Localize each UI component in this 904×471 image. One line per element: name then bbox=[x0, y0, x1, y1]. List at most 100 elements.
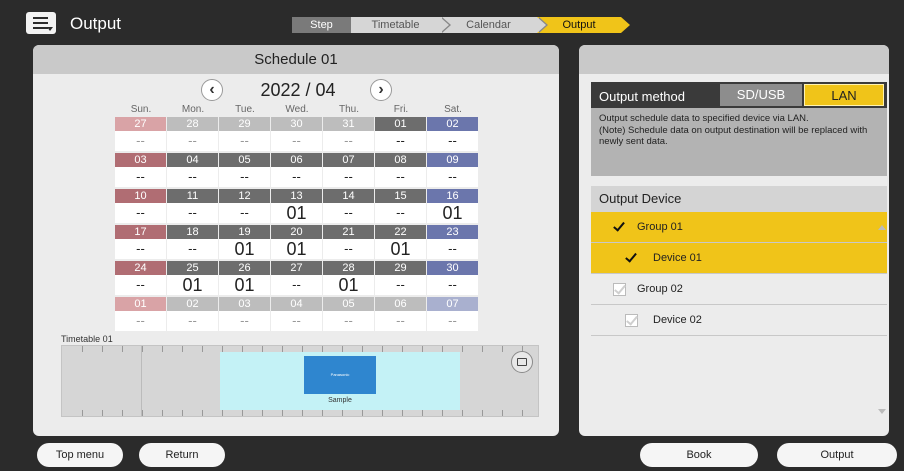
scroll-up-icon[interactable] bbox=[878, 225, 886, 230]
calendar-day-number: 01 bbox=[375, 117, 426, 131]
calendar-day-cell[interactable]: 17 -- bbox=[115, 225, 166, 259]
calendar-day-cell[interactable]: 05 -- bbox=[323, 297, 374, 331]
calendar-day-cell[interactable]: 24 -- bbox=[115, 261, 166, 295]
timeline-tick bbox=[362, 410, 363, 416]
scroll-down-icon[interactable] bbox=[878, 409, 886, 414]
hamburger-menu-icon[interactable] bbox=[26, 12, 56, 34]
calendar-day-cell[interactable]: 13 01 bbox=[271, 189, 322, 223]
lan-button[interactable]: LAN bbox=[804, 84, 884, 106]
calendar-day-cell[interactable]: 29 -- bbox=[375, 261, 426, 295]
month-label: 2022 / 04 bbox=[260, 80, 336, 100]
calendar-day-number: 30 bbox=[271, 117, 322, 131]
calendar-day-number: 26 bbox=[219, 261, 270, 275]
calendar-day-cell[interactable]: 20 01 bbox=[271, 225, 322, 259]
checkbox-icon[interactable] bbox=[625, 313, 638, 327]
expand-icon[interactable] bbox=[511, 351, 533, 373]
calendar-day-cell[interactable]: 04 -- bbox=[167, 153, 218, 187]
calendar-day-timetable: -- bbox=[427, 311, 478, 331]
device-group-row[interactable]: Group 02 bbox=[591, 274, 887, 305]
calendar-day-cell[interactable]: 12 -- bbox=[219, 189, 270, 223]
calendar-day-cell[interactable]: 15 -- bbox=[375, 189, 426, 223]
calendar-day-cell[interactable]: 23 -- bbox=[427, 225, 478, 259]
calendar-day-timetable: -- bbox=[323, 203, 374, 223]
calendar-day-cell[interactable]: 18 -- bbox=[167, 225, 218, 259]
calendar-day-number: 06 bbox=[271, 153, 322, 167]
calendar-day-cell[interactable]: 27 -- bbox=[271, 261, 322, 295]
return-button[interactable]: Return bbox=[139, 443, 225, 467]
book-button[interactable]: Book bbox=[640, 443, 758, 467]
calendar-day-cell[interactable]: 06 -- bbox=[271, 153, 322, 187]
calendar-day-cell[interactable]: 11 -- bbox=[167, 189, 218, 223]
calendar-day-cell[interactable]: 26 01 bbox=[219, 261, 270, 295]
calendar-week-row: 27 -- 28 -- 29 -- 30 -- 31 -- 01 -- 02 -- bbox=[115, 117, 479, 151]
calendar-day-cell[interactable]: 03 -- bbox=[219, 297, 270, 331]
calendar-day-cell[interactable]: 01 -- bbox=[115, 297, 166, 331]
calendar-day-cell[interactable]: 06 -- bbox=[375, 297, 426, 331]
calendar-day-number: 06 bbox=[375, 297, 426, 311]
step-timetable: Timetable bbox=[351, 17, 451, 33]
calendar-day-cell[interactable]: 27 -- bbox=[115, 117, 166, 151]
calendar-day-cell[interactable]: 16 01 bbox=[427, 189, 478, 223]
timeline-tick bbox=[202, 410, 203, 416]
calendar-day-number: 03 bbox=[115, 153, 166, 167]
device-row[interactable]: Device 01 bbox=[591, 243, 887, 274]
calendar-day-cell[interactable]: 31 -- bbox=[323, 117, 374, 151]
calendar-day-cell[interactable]: 09 -- bbox=[427, 153, 478, 187]
calendar-day-cell[interactable]: 14 -- bbox=[323, 189, 374, 223]
calendar-day-number: 10 bbox=[115, 189, 166, 203]
checkbox-icon[interactable] bbox=[613, 219, 626, 234]
timeline-tick bbox=[122, 410, 123, 416]
calendar-day-cell[interactable]: 10 -- bbox=[115, 189, 166, 223]
timeline-tick bbox=[82, 346, 83, 352]
calendar-day-timetable: -- bbox=[375, 167, 426, 187]
checkbox-icon[interactable] bbox=[613, 282, 626, 296]
calendar-day-number: 25 bbox=[167, 261, 218, 275]
next-month-button[interactable]: › bbox=[370, 79, 392, 101]
output-button[interactable]: Output bbox=[777, 443, 897, 467]
calendar-day-cell[interactable]: 21 -- bbox=[323, 225, 374, 259]
calendar-day-cell[interactable]: 30 -- bbox=[427, 261, 478, 295]
calendar-day-cell[interactable]: 28 -- bbox=[167, 117, 218, 151]
timeline-tick bbox=[522, 410, 523, 416]
device-row[interactable]: Device 02 bbox=[591, 305, 887, 336]
calendar-week-row: 17 -- 18 -- 19 01 20 01 21 -- 22 01 23 -- bbox=[115, 225, 479, 259]
calendar-day-timetable: -- bbox=[115, 275, 166, 295]
calendar-day-timetable: -- bbox=[219, 203, 270, 223]
calendar-day-cell[interactable]: 30 -- bbox=[271, 117, 322, 151]
timeline-tick bbox=[302, 410, 303, 416]
calendar-day-cell[interactable]: 07 -- bbox=[427, 297, 478, 331]
calendar-day-cell[interactable]: 19 01 bbox=[219, 225, 270, 259]
calendar-day-cell[interactable]: 01 -- bbox=[375, 117, 426, 151]
top-menu-button[interactable]: Top menu bbox=[37, 443, 123, 467]
step-timetable-label: Timetable bbox=[371, 19, 420, 31]
calendar-day-timetable: 01 bbox=[271, 203, 322, 223]
prev-month-button[interactable]: ‹ bbox=[201, 79, 223, 101]
calendar-day-cell[interactable]: 04 -- bbox=[271, 297, 322, 331]
schedule-title: Schedule 01 bbox=[33, 45, 559, 74]
timetable-content-block[interactable]: Panasonic Sample bbox=[220, 352, 460, 410]
calendar-day-cell[interactable]: 02 -- bbox=[427, 117, 478, 151]
calendar-week-row: 03 -- 04 -- 05 -- 06 -- 07 -- 08 -- 09 -- bbox=[115, 153, 479, 187]
checkbox-icon[interactable] bbox=[625, 250, 638, 265]
calendar-day-cell[interactable]: 28 01 bbox=[323, 261, 374, 295]
calendar-day-timetable: -- bbox=[115, 167, 166, 187]
calendar-day-number: 27 bbox=[115, 117, 166, 131]
calendar-day-cell[interactable]: 05 -- bbox=[219, 153, 270, 187]
calendar-day-number: 28 bbox=[323, 261, 374, 275]
device-group-row[interactable]: Group 01 bbox=[591, 212, 887, 243]
calendar-day-cell[interactable]: 08 -- bbox=[375, 153, 426, 187]
calendar-day-timetable: -- bbox=[427, 275, 478, 295]
calendar-day-timetable: -- bbox=[219, 131, 270, 151]
calendar-day-cell[interactable]: 25 01 bbox=[167, 261, 218, 295]
calendar-day-cell[interactable]: 02 -- bbox=[167, 297, 218, 331]
calendar-day-number: 05 bbox=[219, 153, 270, 167]
calendar-day-cell[interactable]: 07 -- bbox=[323, 153, 374, 187]
calendar-day-timetable: -- bbox=[167, 311, 218, 331]
calendar-day-cell[interactable]: 29 -- bbox=[219, 117, 270, 151]
calendar-day-cell[interactable]: 03 -- bbox=[115, 153, 166, 187]
calendar-day-cell[interactable]: 22 01 bbox=[375, 225, 426, 259]
sd-usb-button[interactable]: SD/USB bbox=[720, 84, 802, 106]
calendar-day-timetable: -- bbox=[427, 167, 478, 187]
content-label: Sample bbox=[328, 397, 352, 404]
calendar-day-timetable: -- bbox=[271, 275, 322, 295]
